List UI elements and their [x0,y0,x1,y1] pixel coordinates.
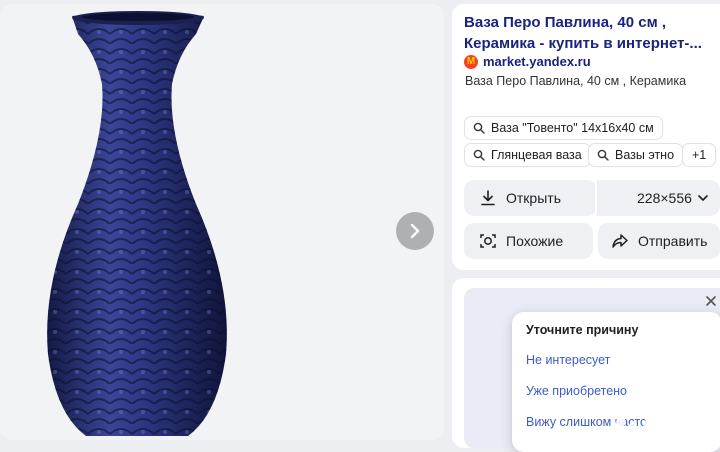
avito-watermark: Avito [616,410,691,433]
next-image-button[interactable] [396,212,434,250]
camera-search-icon [480,234,496,248]
source-row[interactable]: M market.yandex.ru [464,54,591,69]
chevron-down-icon [698,195,708,201]
share-label: Отправить [638,233,708,249]
related-search-chip[interactable]: Ваза "Товенто" 14x16x40 см [464,116,663,140]
more-chips-button[interactable]: +1 [682,143,717,167]
image-size-dropdown[interactable]: 228×556 [597,180,720,216]
button-divider [595,180,597,216]
image-viewer[interactable] [0,4,444,440]
download-icon [481,190,495,206]
feedback-title: Уточните причину [526,323,639,337]
chip-label: Глянцевая ваза [491,148,582,162]
similar-label: Похожие [506,233,564,249]
close-icon [706,296,716,306]
chip-label: +1 [692,148,707,162]
chevron-right-icon [410,223,420,239]
search-icon [473,122,485,134]
open-label: Открыть [506,190,561,206]
feedback-option-already-bought[interactable]: Уже приобретено [526,384,627,398]
vase-image [47,11,227,436]
result-title-link[interactable]: Ваза Перо Павлина, 40 см , Керамика - ку… [464,12,714,54]
source-domain[interactable]: market.yandex.ru [483,54,591,69]
image-size-label: 228×556 [637,190,692,206]
share-button[interactable]: Отправить [598,223,720,259]
close-ad-button[interactable] [702,292,720,310]
chip-label: Вазы этно [615,148,675,162]
related-search-chip[interactable]: Глянцевая ваза [464,143,591,167]
similar-button[interactable]: Похожие [464,223,593,259]
result-subtitle: Ваза Перо Павлина, 40 см , Керамика [465,74,687,88]
related-search-chip[interactable]: Вазы этно [588,143,684,167]
chip-label: Ваза "Товенто" 14x16x40 см [491,121,654,135]
search-icon [473,149,485,161]
share-icon [612,234,628,248]
svg-text:Avito: Avito [642,411,691,433]
open-button[interactable]: Открыть [464,180,597,216]
feedback-option-not-interested[interactable]: Не интересует [526,353,610,367]
search-icon [597,149,609,161]
market-logo-icon: M [464,54,478,69]
